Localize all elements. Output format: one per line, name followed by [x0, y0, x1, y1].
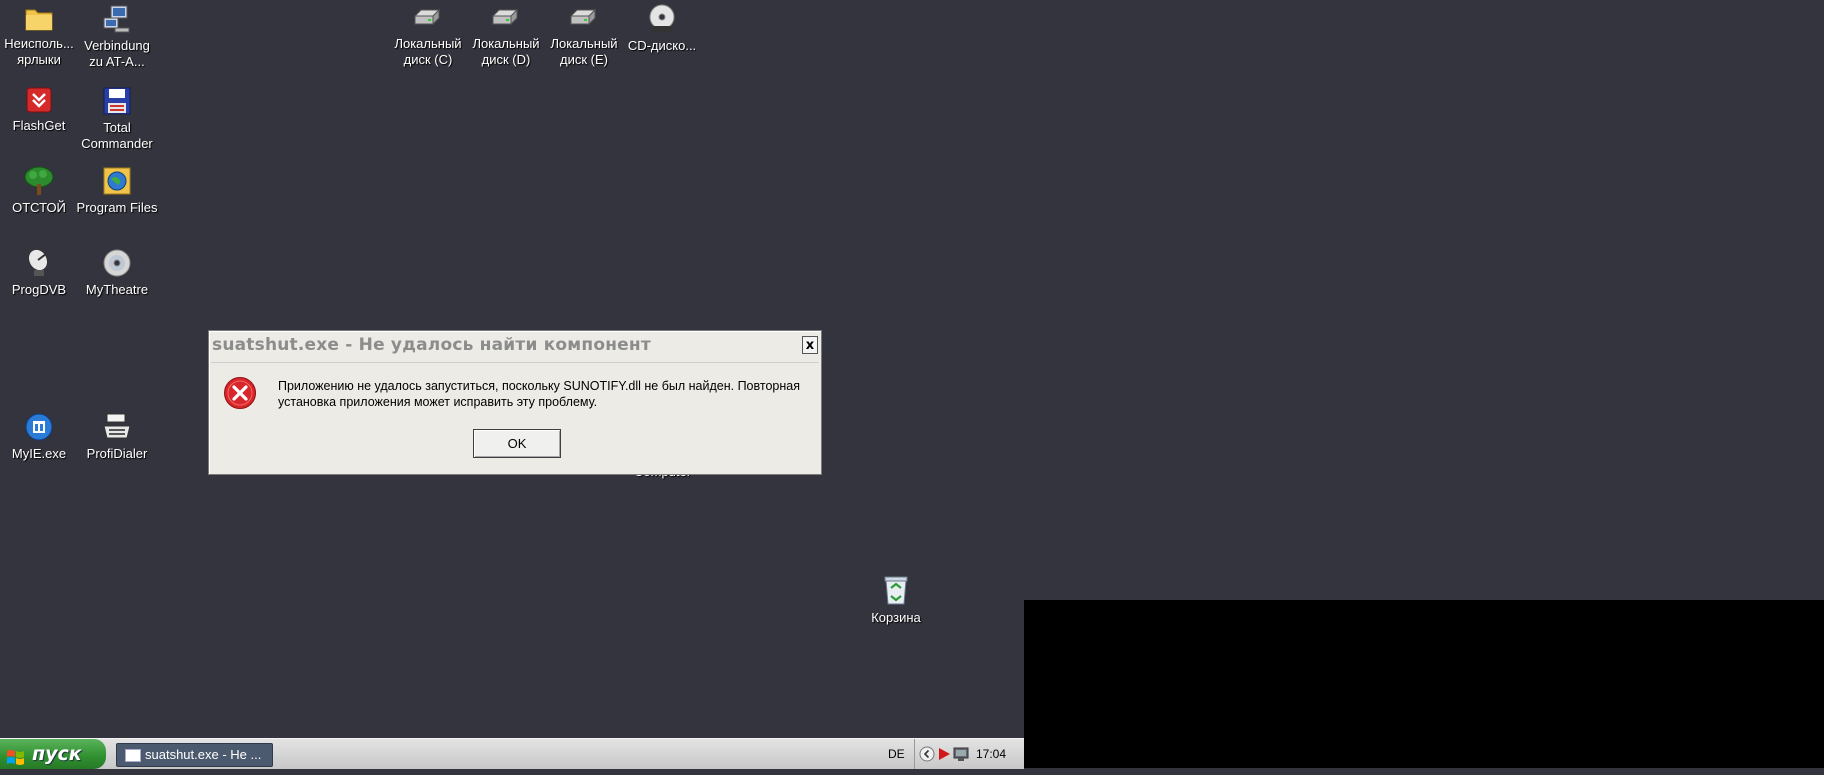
hard-drive-icon — [569, 8, 597, 26]
desktop-icon-label: CD-диско... — [627, 38, 697, 53]
folder-icon — [25, 9, 53, 31]
start-label: пуск — [32, 743, 82, 765]
hard-drive-icon — [413, 8, 441, 26]
desktop-icon-label: Корзина — [871, 610, 921, 625]
desktop-icon-label: Неисполь... ярлыки — [4, 36, 74, 67]
desktop-icon-disk-c[interactable]: Локальный диск (C) — [387, 4, 469, 68]
tree-icon — [24, 166, 54, 195]
desktop-icon-program-files[interactable]: Program Files — [76, 166, 158, 216]
error-icon — [223, 376, 257, 414]
dialog-separator — [211, 362, 819, 363]
clock[interactable]: 17:04 — [976, 747, 1006, 761]
dialog-title: suatshut.exe - Не удалось найти компонен… — [212, 335, 651, 355]
desktop-icon-label: Verbindung zu AT-A... — [84, 38, 150, 69]
desktop-icon-cd-drive[interactable]: CD-диско... — [621, 4, 703, 54]
desktop-icon-disk-d[interactable]: Локальный диск (D) — [465, 4, 547, 68]
folder-globe-icon — [103, 167, 131, 195]
desktop-icon-profidialer[interactable]: ProfiDialer — [76, 412, 158, 462]
myie-browser-icon — [25, 413, 53, 441]
network-monitor-icon[interactable] — [953, 746, 969, 766]
desktop-icon-myie[interactable]: MyIE.exe — [0, 412, 80, 462]
show-hidden-icons-chevron-icon[interactable] — [919, 746, 935, 766]
desktop-icon-label: ProgDVB — [11, 282, 67, 297]
network-connection-icon — [103, 5, 130, 33]
black-screen-area — [1024, 600, 1824, 768]
recycle-bin-icon — [884, 576, 908, 605]
start-button[interactable]: пуск — [0, 739, 106, 769]
desktop-icon-label: Program Files — [76, 200, 158, 215]
taskbar-button-suatshut[interactable]: suatshut.exe - Не ... — [116, 743, 273, 767]
satellite-dish-icon — [27, 248, 49, 276]
desktop-icon-total-commander[interactable]: Total Commander — [76, 86, 158, 152]
desktop-icon-recycle-bin[interactable]: Корзина — [855, 574, 937, 626]
desktop-icon-mytheatre[interactable]: MyTheatre — [76, 248, 158, 298]
cd-disc-icon — [103, 249, 131, 277]
desktop-icon-label: Локальный диск (E) — [550, 36, 618, 67]
desktop-icon-label: MyTheatre — [85, 282, 149, 297]
taskbar-button-label: suatshut.exe - Не ... — [145, 747, 262, 762]
close-button[interactable]: x — [802, 336, 818, 354]
media-play-icon[interactable] — [937, 746, 951, 766]
language-indicator[interactable]: DE — [888, 747, 905, 761]
windows-flag-icon — [6, 745, 26, 775]
window-icon — [125, 749, 141, 762]
desktop-icon-otstoy[interactable]: ОТСТОЙ — [0, 166, 80, 216]
desktop-icon-unused-shortcuts[interactable]: Неисполь... ярлыки — [0, 4, 80, 68]
error-message: Приложению не удалось запуститься, поско… — [278, 379, 800, 409]
hard-drive-icon — [491, 8, 519, 26]
desktop-icon-label: Локальный диск (C) — [394, 36, 462, 67]
dialer-phone-icon — [103, 413, 131, 439]
ok-button[interactable]: OK — [473, 429, 561, 458]
desktop-icon-label: MyIE.exe — [11, 446, 67, 461]
desktop-icon-label: FlashGet — [12, 118, 66, 133]
desktop-icon-flashget[interactable]: FlashGet — [0, 86, 80, 134]
error-dialog: suatshut.exe - Не удалось найти компонен… — [208, 330, 822, 475]
desktop-icon-progdvb[interactable]: ProgDVB — [0, 248, 80, 298]
taskbar: пуск suatshut.exe - Не ... DE 17:04 — [0, 738, 1024, 769]
desktop-icon-label: Локальный диск (D) — [472, 36, 540, 67]
desktop-icon-disk-e[interactable]: Локальный диск (E) — [543, 4, 625, 68]
desktop-icon-label: Total Commander — [81, 120, 153, 151]
system-tray — [914, 739, 1025, 769]
desktop-icon-label: ProfiDialer — [86, 446, 148, 461]
dvd-ram-icon — [649, 4, 675, 32]
flashget-icon — [26, 87, 52, 113]
floppy-disk-icon — [103, 87, 131, 115]
desktop-icon-verbindung[interactable]: Verbindung zu AT-A... — [76, 4, 158, 70]
desktop-icon-label: ОТСТОЙ — [12, 200, 66, 215]
